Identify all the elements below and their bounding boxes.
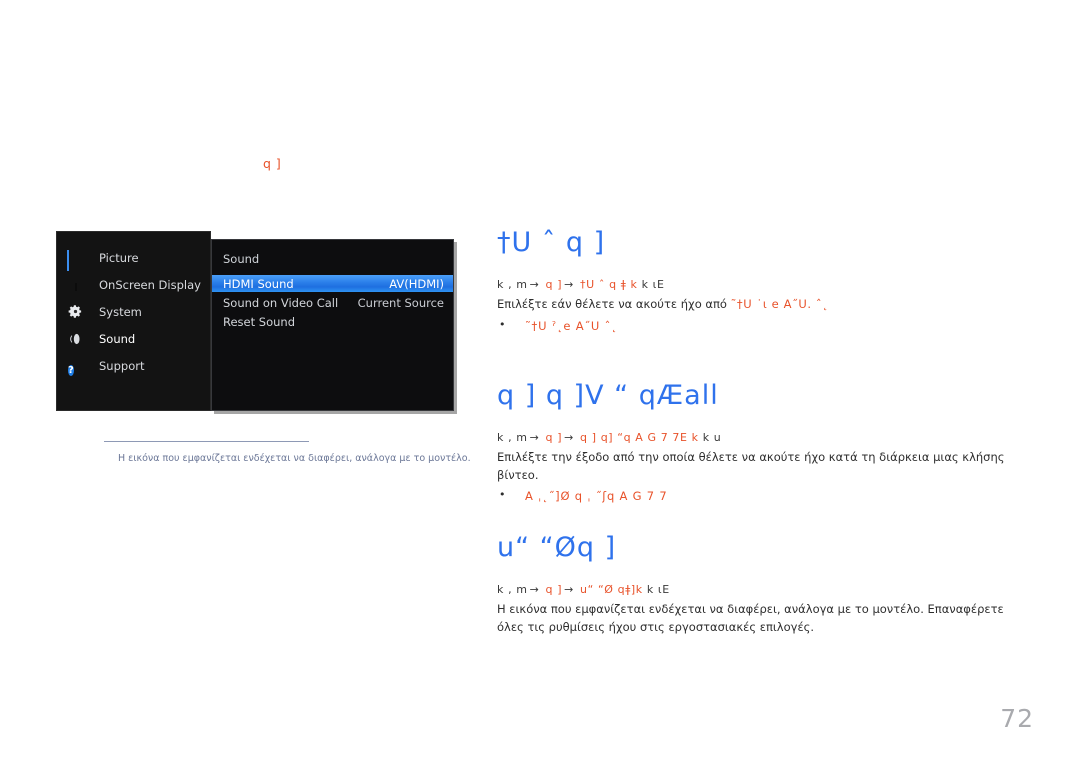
section-body-text: Επιλέξτε εάν θέλετε να ακούτε ήχο από	[497, 296, 731, 311]
onscreen-display-icon	[67, 277, 87, 293]
list-item: ˜†U ˀ˛e A˝U ˆ˛	[497, 315, 1042, 335]
list-item-label: ˜†U ˀ˛e A˝U ˆ˛	[525, 318, 618, 333]
chevron-right-icon: →	[529, 582, 540, 596]
section-body-text: Η εικόνα που εμφανίζεται ενδέχεται να δι…	[497, 601, 1004, 634]
speaker-icon	[67, 331, 87, 347]
breadcrumb-step-1: q ]	[545, 582, 563, 596]
breadcrumb-step-2: u“ “Ø qǂ]k	[580, 582, 643, 596]
osd-row-hdmi-sound[interactable]: HDMI Sound AV(HDMI)	[212, 275, 453, 292]
sidebar-item-label: Support	[99, 359, 145, 373]
breadcrumb-suffix: k u	[702, 430, 722, 444]
breadcrumb: k , m → q ] → u“ “Ø qǂ]k k ɩE	[497, 583, 1042, 596]
section-body: Η εικόνα που εμφανίζεται ενδέχεται να δι…	[497, 601, 1032, 637]
sidebar-item-label: Sound	[99, 332, 136, 346]
breadcrumb-step-2: q ] q] “q A G 7 7Ε k	[580, 430, 699, 444]
question-mark-icon: ?	[68, 365, 74, 376]
picture-icon	[67, 250, 87, 271]
option-list: ˜†U ˀ˛e A˝U ˆ˛	[497, 315, 1042, 335]
breadcrumb-suffix: k ɩE	[646, 582, 670, 596]
osd-row-value: Current Source	[357, 295, 444, 310]
chevron-right-icon: →	[564, 430, 574, 444]
osd-row-value: AV(HDMI)	[389, 276, 444, 291]
breadcrumb-suffix: k ɩE	[641, 277, 665, 291]
chevron-right-icon: →	[564, 277, 574, 291]
breadcrumb: k , m → q ] → †U ˆ q ǂ k k ɩE	[497, 278, 1042, 291]
breadcrumb-prefix: k , m	[497, 277, 528, 291]
section-body-ui-term: ˜†U ˙ɩ e A˝U. ˆ˛	[730, 296, 829, 311]
osd-row-sound-on-video-call[interactable]: Sound on Video Call Current Source	[212, 294, 453, 311]
gear-icon	[67, 304, 87, 320]
section-body: Επιλέξτε εάν θέλετε να ακούτε ήχο από ˜†…	[497, 296, 1032, 314]
osd-row-label: Sound on Video Call	[223, 295, 339, 310]
chevron-right-icon: →	[529, 277, 540, 291]
breadcrumb: k , m → q ] → q ] q] “q A G 7 7Ε k k u	[497, 431, 1042, 444]
section-heading: q ] q ]V “ qÆall	[497, 380, 719, 411]
sidebar-item-onscreen-display[interactable]: OnScreen Display	[57, 273, 210, 297]
page-number: 72	[1000, 704, 1034, 733]
breadcrumb-step-1: q ]	[545, 430, 563, 444]
osd-menu-screenshot: Picture OnScreen Display System Sound ? …	[56, 231, 454, 411]
breadcrumb-step-1: q ]	[545, 277, 563, 291]
sidebar-item-system[interactable]: System	[57, 300, 210, 324]
osd-row-label: HDMI Sound	[223, 276, 294, 291]
osd-sound-panel: Sound HDMI Sound AV(HDMI) Sound on Video…	[211, 239, 454, 411]
section-reset-sound: u“ “Øq ] k , m → q ] → u“ “Ø qǂ]k k ɩE Η ε…	[497, 533, 1042, 636]
osd-row-label: Reset Sound	[223, 314, 295, 329]
section-hdmi-sound: †U ˆ q ] k , m → q ] → †U ˆ q ǂ k k ɩE Επι…	[497, 228, 1042, 335]
sidebar-item-label: System	[99, 305, 142, 319]
section-sound-on-video-call: q ] q ]V “ qÆall k , m → q ] → q ] q] “q A…	[497, 381, 1042, 506]
osd-sidebar: Picture OnScreen Display System Sound ? …	[56, 231, 211, 411]
option-list: A ˌ˛˝]Ø q ˌ ˝ʃq A G 7 7	[497, 486, 1042, 505]
sidebar-item-label: OnScreen Display	[99, 278, 201, 292]
osd-row-reset-sound[interactable]: Reset Sound	[212, 313, 453, 330]
section-heading: u“ “Øq ]	[497, 532, 617, 563]
section-body-text: Επιλέξτε την έξοδο από την οποία θέλετε …	[497, 449, 1005, 482]
section-body: Επιλέξτε την έξοδο από την οποία θέλετε …	[497, 449, 1032, 485]
osd-caption: Η εικόνα που εμφανίζεται ενδέχεται να δι…	[118, 453, 471, 464]
chevron-right-icon: →	[529, 430, 540, 444]
osd-panel-title: Sound	[223, 252, 260, 266]
breadcrumb-step-2: †U ˆ q ǂ k	[580, 277, 638, 291]
list-item-label: A ˌ˛˝]Ø q ˌ ˝ʃq A G 7 7	[525, 489, 668, 504]
sidebar-item-sound[interactable]: Sound	[57, 327, 210, 351]
list-item: A ˌ˛˝]Ø q ˌ ˝ʃq A G 7 7	[497, 486, 1042, 505]
breadcrumb-prefix: k , m	[497, 430, 528, 444]
osd-option-list: HDMI Sound AV(HDMI) Sound on Video Call …	[212, 275, 453, 330]
breadcrumb-prefix: k , m	[497, 582, 528, 596]
section-heading: †U ˆ q ]	[497, 227, 606, 258]
sidebar-item-label: Picture	[99, 251, 139, 265]
sidebar-item-picture[interactable]: Picture	[57, 246, 210, 271]
chevron-right-icon: →	[564, 582, 574, 596]
caption-divider	[104, 441, 309, 442]
top-ui-term-label: q ]	[263, 156, 282, 171]
left-column: q ] Picture OnScreen Display System Soun…	[56, 0, 471, 763]
sidebar-item-support[interactable]: ? Support	[57, 354, 210, 378]
